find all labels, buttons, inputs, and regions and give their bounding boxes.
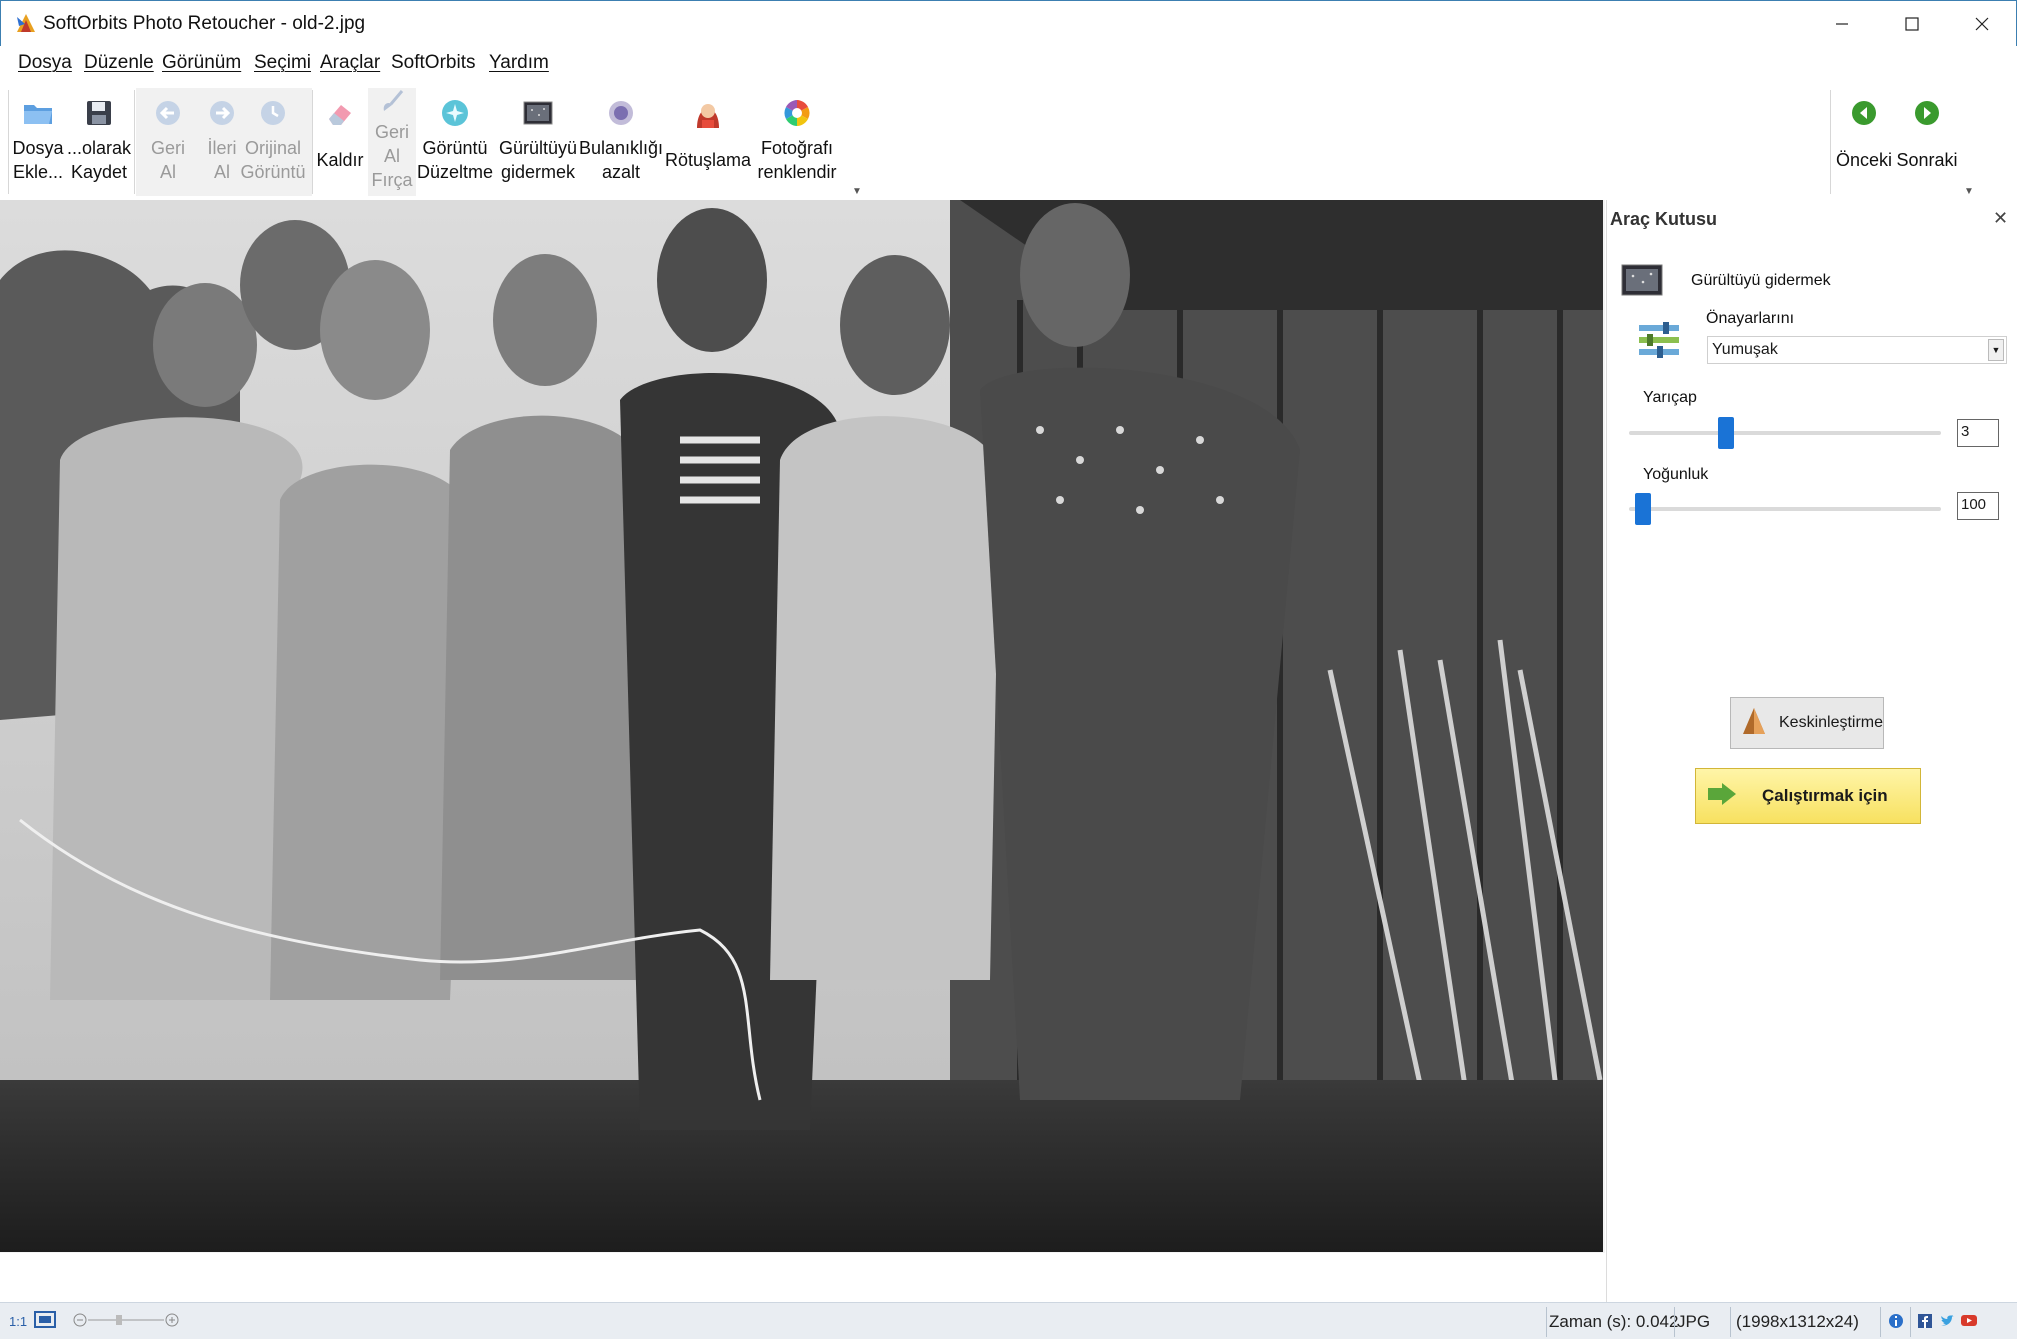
denoise-tool-icon xyxy=(1621,264,1663,301)
colorize-button[interactable]: Fotoğrafı renklendir xyxy=(752,84,842,196)
menu-bar: Dosya Düzenle Görünüm Seçimi Araçlar Sof… xyxy=(0,46,2017,80)
title-bar: SoftOrbits Photo Retoucher - old-2.jpg xyxy=(0,0,2017,46)
menu-edit[interactable]: Düzenle xyxy=(84,52,154,74)
brush-icon xyxy=(375,84,409,118)
original-image-button[interactable]: Orijinal Görüntü xyxy=(240,84,306,196)
sharpen-label: Keskinleştirme xyxy=(1779,714,1884,731)
floppy-disk-icon xyxy=(82,96,116,130)
minimize-button[interactable] xyxy=(1807,1,1877,47)
arrow-right-circle-icon xyxy=(205,96,239,130)
save-as-button[interactable]: ...olarak Kaydet xyxy=(67,84,131,196)
zoom-1to1-button[interactable]: 1:1 xyxy=(9,1314,27,1329)
undo-brush-button[interactable]: Geri Al Fırça xyxy=(366,84,418,196)
remove-button[interactable]: Kaldır xyxy=(314,84,366,196)
window-title: SoftOrbits Photo Retoucher - old-2.jpg xyxy=(43,13,366,34)
ribbon-expand-arrow-icon[interactable]: ▼ xyxy=(1964,186,1974,197)
pyramid-icon xyxy=(1741,706,1767,741)
undo-button[interactable]: Geri Al xyxy=(140,84,196,196)
photo-preview xyxy=(0,200,1603,1252)
arrow-left-circle-icon xyxy=(151,96,185,130)
close-button[interactable] xyxy=(1947,1,2017,47)
twitter-icon[interactable] xyxy=(1940,1313,1954,1333)
run-button[interactable]: Çalıştırmak için xyxy=(1695,768,1921,824)
density-slider-thumb[interactable] xyxy=(1634,493,1651,525)
zoom-slider[interactable] xyxy=(72,1310,182,1335)
menu-softorbits[interactable]: SoftOrbits xyxy=(391,52,475,74)
radius-value-input[interactable]: 3 xyxy=(1957,419,1999,447)
tool-name: Gürültüyü gidermek xyxy=(1691,272,1831,289)
toolbox-panel: Araç Kutusu ✕ Gürültüyü gidermek Önayarl… xyxy=(1606,200,2017,1303)
eraser-icon xyxy=(323,96,357,130)
presets-dropdown[interactable]: Yumuşak ▼ xyxy=(1707,336,2007,364)
ribbon-toolbar: Dosya Ekle... ...olarak Kaydet Geri Al İ… xyxy=(0,80,2017,200)
clock-icon xyxy=(256,96,290,130)
woman-portrait-icon xyxy=(691,96,725,130)
blur-drop-icon xyxy=(604,96,638,130)
toolbox-title: Araç Kutusu xyxy=(1610,209,1718,229)
previous-arrow-icon xyxy=(1847,96,1881,130)
status-bar: 1:1 Zaman (s): 0.042 JPG (1998x1312x24) xyxy=(0,1302,2017,1339)
density-label: Yoğunluk xyxy=(1643,466,1709,483)
density-value-input[interactable]: 100 xyxy=(1957,492,1999,520)
presets-sliders-icon xyxy=(1637,320,1681,365)
presets-label: Önayarlarını xyxy=(1706,310,1795,327)
menu-help[interactable]: Yardım xyxy=(489,52,549,74)
play-arrow-icon xyxy=(1706,782,1738,811)
color-wheel-icon xyxy=(780,96,814,130)
image-fix-button[interactable]: Görüntü Düzeltme xyxy=(417,84,493,196)
radius-slider-thumb[interactable] xyxy=(1717,417,1734,449)
denoise-button[interactable]: Gürültüyü gidermek xyxy=(496,84,580,196)
panel-close-icon[interactable]: ✕ xyxy=(1993,208,2008,229)
next-arrow-icon xyxy=(1910,96,1944,130)
menu-tools[interactable]: Araçlar xyxy=(320,52,380,74)
retouch-button[interactable]: Rötuşlama xyxy=(664,84,752,196)
menu-view[interactable]: Görünüm xyxy=(162,52,241,74)
info-icon[interactable] xyxy=(1888,1313,1904,1334)
ribbon-expand-arrow-icon[interactable]: ▼ xyxy=(852,186,862,197)
maximize-button[interactable] xyxy=(1877,1,1947,47)
noise-screen-icon xyxy=(521,96,555,130)
processing-time: Zaman (s): 0.042 xyxy=(1549,1312,1679,1331)
image-canvas[interactable] xyxy=(0,200,1605,1253)
menu-selection[interactable]: Seçimi xyxy=(254,52,311,74)
next-button[interactable]: Sonraki xyxy=(1894,84,1960,196)
image-format: JPG xyxy=(1677,1312,1711,1331)
sharpen-button[interactable]: Keskinleştirme xyxy=(1730,697,1884,749)
fit-screen-icon[interactable] xyxy=(34,1310,56,1335)
previous-button[interactable]: Önceki xyxy=(1834,84,1894,196)
radius-label: Yarıçap xyxy=(1643,389,1697,406)
density-slider[interactable] xyxy=(1629,507,1941,511)
deblur-button[interactable]: Bulanıklığı azalt xyxy=(579,84,663,196)
folder-open-icon xyxy=(21,96,55,130)
presets-value: Yumuşak xyxy=(1712,341,1778,358)
chevron-down-icon[interactable]: ▼ xyxy=(1988,339,2004,361)
image-dimensions: (1998x1312x24) xyxy=(1736,1312,1859,1331)
run-label: Çalıştırmak için xyxy=(1762,786,1888,805)
radius-slider[interactable] xyxy=(1629,431,1941,435)
facebook-icon[interactable] xyxy=(1918,1313,1932,1333)
add-file-button[interactable]: Dosya Ekle... xyxy=(10,84,66,196)
youtube-icon[interactable] xyxy=(1960,1312,1978,1333)
sparkle-icon xyxy=(438,96,472,130)
app-logo-icon xyxy=(15,12,37,34)
menu-file[interactable]: Dosya xyxy=(18,52,72,74)
